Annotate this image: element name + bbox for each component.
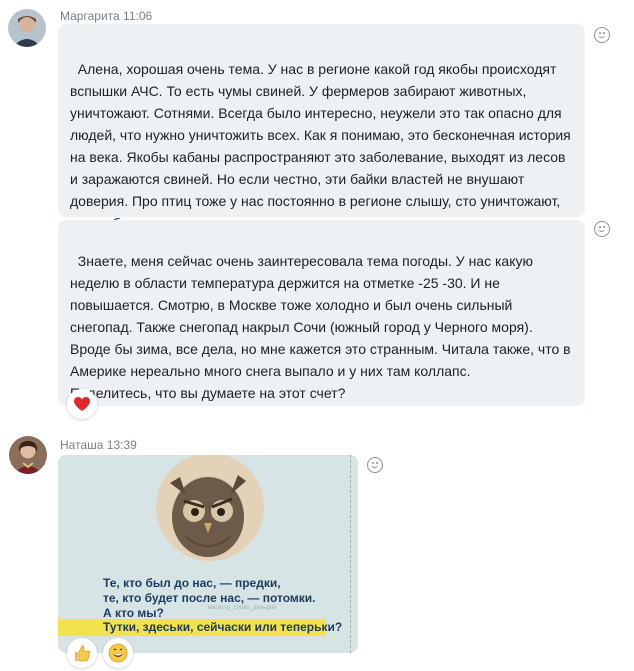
- message-bubble[interactable]: Алена, хорошая очень тема. У нас в регио…: [58, 24, 585, 231]
- message-text: Знаете, меня сейчас очень заинтересовала…: [70, 253, 571, 401]
- avatar-margarita[interactable]: [8, 9, 46, 47]
- add-reaction-icon[interactable]: [367, 457, 383, 473]
- message-time: 13:39: [106, 438, 137, 452]
- image-attachment[interactable]: Те, кто был до нас, — предки, те, кто бу…: [58, 455, 358, 653]
- image-highlight-text: Тутки, здеськи, сейчаски или теперьки?: [103, 620, 343, 634]
- reaction-grin[interactable]: [103, 638, 133, 668]
- add-reaction-icon[interactable]: [594, 27, 610, 43]
- image-quote: Те, кто был до нас, — предки, те, кто бу…: [103, 576, 316, 620]
- grinning-face-icon: [108, 643, 128, 663]
- message-time: 11:06: [123, 9, 153, 23]
- sender-name: Наташа: [60, 438, 104, 452]
- message-bubble[interactable]: Знаете, меня сейчас очень заинтересовала…: [58, 220, 585, 406]
- thumbs-up-icon: [75, 645, 90, 662]
- avatar-natasha[interactable]: [9, 436, 47, 474]
- image-divider: [350, 455, 351, 653]
- add-reaction-icon[interactable]: [594, 221, 610, 237]
- sender-info: Наташа 13:39: [60, 438, 137, 452]
- message-text: Алена, хорошая очень тема. У нас в регио…: [70, 61, 571, 231]
- reaction-thumbs-up[interactable]: [67, 638, 97, 668]
- reaction-heart[interactable]: [67, 389, 97, 419]
- heart-icon: [74, 397, 90, 411]
- sender-name: Маргарита: [60, 9, 120, 23]
- sender-info: Маргарита 11:06: [60, 9, 152, 23]
- image-caption: магистр_слово_деньдня: [208, 605, 277, 611]
